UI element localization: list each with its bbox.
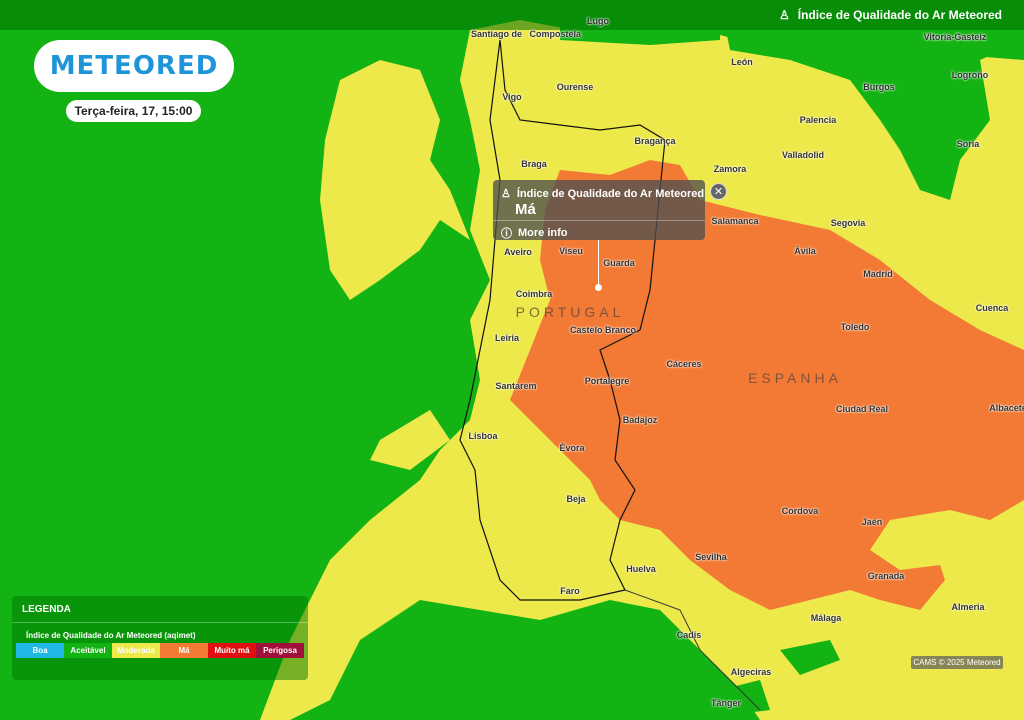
city-label: Vigo [502, 92, 522, 102]
city-label: Guarda [603, 258, 635, 268]
info-popup: ♙ Índice de Qualidade do Ar Meteored Má … [493, 180, 705, 240]
more-info-label: More info [518, 227, 568, 239]
city-label: Zamora [713, 164, 747, 174]
popup-close-button[interactable]: ✕ [710, 183, 727, 200]
city-label: Braga [521, 159, 547, 169]
city-label: León [731, 57, 753, 67]
city-label: Ourense [556, 82, 594, 92]
city-label: Cordova [781, 506, 819, 516]
info-icon: ⓘ [501, 228, 512, 240]
city-label: Castelo Branco [569, 325, 637, 335]
city-label: Ávila [794, 246, 816, 256]
city-label: Algeciras [730, 667, 772, 677]
attribution: CAMS © 2025 Meteored [911, 656, 1003, 669]
city-label: Évora [559, 443, 585, 453]
city-label: Salamanca [711, 216, 759, 226]
city-label: Santiago de Compostela [470, 29, 582, 39]
city-label: Cuenca [975, 303, 1009, 313]
city-label: Faro [560, 586, 580, 596]
more-info-link[interactable]: ⓘ More info [501, 225, 568, 241]
city-label: Madrid [863, 269, 893, 279]
city-label: Aveiro [504, 247, 532, 257]
legend-subtitle: Índice de Qualidade do Ar Meteored (aqim… [26, 631, 196, 640]
legend-level: Aceitável [64, 643, 112, 658]
city-label: Cáceres [666, 359, 702, 369]
city-label: Toledo [840, 322, 870, 332]
city-label: Lisboa [468, 431, 498, 441]
popup-divider [493, 220, 705, 221]
map-layer-title-text: Índice de Qualidade do Ar Meteored [797, 8, 1002, 22]
city-label: Jaén [861, 517, 883, 527]
forecast-time-label: Terça-feira, 17, 15:00 [74, 104, 193, 118]
city-label: Vitoria-Gasteiz [923, 32, 987, 42]
city-label: Beja [566, 494, 586, 504]
legend-level: Perigosa [256, 643, 304, 658]
city-label: Badajoz [622, 415, 658, 425]
legend-title: LEGENDA [22, 604, 71, 615]
city-label: Sevilha [695, 552, 727, 562]
popup-value: Má [515, 201, 536, 218]
city-label: Bragança [634, 136, 676, 146]
legend-panel: LEGENDA Índice de Qualidade do Ar Meteor… [12, 596, 308, 680]
city-label: Valladolid [781, 150, 825, 160]
map-layer-title: ♙ Índice de Qualidade do Ar Meteored [779, 8, 1002, 22]
city-label: Lugo [587, 16, 609, 26]
popup-title: Índice de Qualidade do Ar Meteored [516, 187, 705, 200]
country-label: PORTUGAL [515, 304, 625, 320]
city-label: Soria [956, 139, 980, 149]
city-label: Santarem [495, 381, 537, 391]
city-label: Coimbra [515, 289, 553, 299]
popup-pin-line [598, 240, 599, 286]
legend-level: Má [160, 643, 208, 658]
air-quality-icon: ♙ [778, 8, 790, 22]
air-quality-icon: ♙ [501, 188, 511, 200]
city-label: Tânger [710, 698, 742, 708]
city-label: Ciudad Real [835, 404, 889, 414]
city-label: Cadis [676, 630, 702, 640]
city-label: Segovia [830, 218, 866, 228]
country-label: ESPANHA [748, 370, 842, 386]
legend-divider [12, 622, 308, 623]
popup-pin[interactable] [595, 284, 602, 291]
legend-level: Boa [16, 643, 64, 658]
city-label: Granada [867, 571, 905, 581]
legend-level: Muito má [208, 643, 256, 658]
city-label: Málaga [810, 613, 842, 623]
meteored-logo[interactable]: METEORED [34, 40, 234, 92]
forecast-time[interactable]: Terça-feira, 17, 15:00 [66, 100, 201, 122]
city-label: Viseu [559, 246, 583, 256]
logo-text: METEORED [49, 51, 219, 81]
city-label: Albacete [989, 403, 1024, 413]
city-label: Logroño [951, 70, 989, 80]
legend-scale: Boa Aceitável Moderada Má Muito má Perigosa [16, 643, 304, 658]
city-label: Portalegre [584, 376, 630, 386]
city-label: Almeria [951, 602, 985, 612]
city-label: Huelva [626, 564, 656, 574]
city-label: Palencia [799, 115, 837, 125]
city-label: Leiria [494, 333, 520, 343]
legend-level: Moderada [112, 643, 160, 658]
city-label: Burgos [863, 82, 895, 92]
popup-header: ♙ Índice de Qualidade do Ar Meteored [501, 187, 705, 201]
